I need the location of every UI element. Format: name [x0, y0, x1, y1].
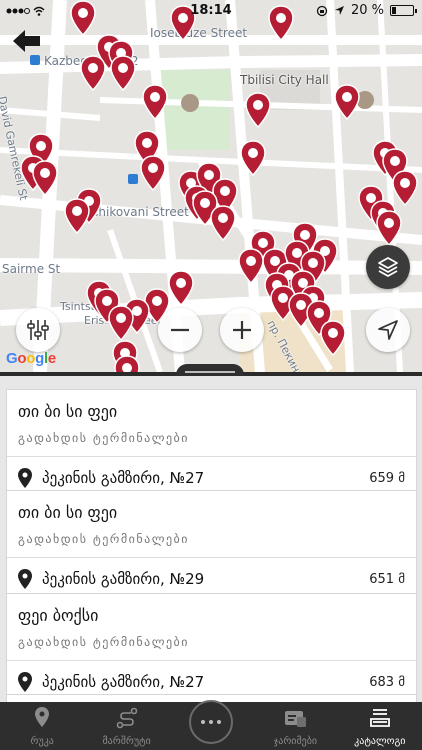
zoom-out-button[interactable] — [158, 308, 202, 352]
map-marker-icon[interactable] — [240, 140, 266, 176]
location-pin-icon — [18, 569, 32, 589]
poi-label: Tbilisi City Hall — [240, 73, 329, 87]
divider — [7, 456, 416, 457]
address-row: პეკინის გამზირი, №27 659 მ — [18, 466, 405, 490]
back-arrow-icon — [13, 30, 40, 52]
item-distance: 651 მ — [369, 571, 405, 587]
sliders-icon — [27, 320, 49, 340]
layers-button[interactable] — [366, 245, 410, 289]
tab-map[interactable]: რუკა — [0, 702, 84, 750]
location-pin-icon — [18, 468, 32, 488]
item-title: ფეი ბოქსი — [18, 606, 99, 625]
battery-icon — [390, 5, 417, 16]
item-address: პეკინის გამზირი, №29 — [42, 570, 205, 588]
list-item[interactable]: თი ბი სი ფეი გადახდის ტერმინალები პეკინი… — [6, 490, 417, 596]
tab-label: მარშრუტი — [102, 736, 151, 747]
tab-label: რუკა — [30, 736, 54, 747]
item-distance: 683 მ — [369, 674, 405, 690]
street-label: Sairme St — [2, 262, 61, 276]
zoom-in-button[interactable] — [220, 308, 264, 352]
map-marker-icon[interactable] — [64, 198, 90, 234]
results-list[interactable]: თი ბი სი ფეი გადახდის ტერმინალები პეკინი… — [0, 376, 422, 702]
address-row: პეკინის გამზირი, №27 683 მ — [18, 670, 405, 694]
map-marker-icon[interactable] — [238, 248, 264, 284]
layers-icon — [378, 257, 398, 277]
item-distance: 659 მ — [369, 470, 405, 486]
map-pin-icon — [35, 707, 50, 727]
tab-label: ჯარიმები — [273, 736, 318, 747]
tab-bar: რუკა მარშრუტი ჯარიმები კატალოგი — [0, 700, 422, 750]
list-item[interactable]: თი ბი სი ფეი გადახდის ტერმინალები პეკინი… — [6, 389, 417, 495]
google-logo: Google — [6, 350, 56, 367]
map-marker-icon[interactable] — [80, 55, 106, 91]
more-dots-icon — [201, 720, 222, 724]
item-title: თი ბი სი ფეი — [18, 503, 118, 522]
battery-percent: 20 % — [350, 3, 384, 18]
fines-icon — [285, 711, 307, 727]
map-marker-icon[interactable] — [210, 205, 236, 241]
item-category: გადახდის ტერმინალები — [18, 635, 189, 649]
app-screen: Iosebidze Street Tbilisi City Hall Kazbe… — [0, 0, 422, 750]
status-right: 20 % — [316, 3, 417, 18]
location-pin-icon — [18, 672, 32, 692]
plus-icon — [233, 321, 251, 339]
item-category: გადახდის ტერმინალები — [18, 532, 189, 546]
address-row: პეკინის გამზირი, №29 651 მ — [18, 567, 405, 591]
item-address: პეკინის გამზირი, №27 — [42, 673, 205, 691]
tab-label: კატალოგი — [354, 736, 406, 747]
list-item[interactable]: ფეი ბოქსი გადახდის ტერმინალები პეკინის გ… — [6, 593, 417, 699]
street-label: Iosebidze Street — [150, 26, 248, 40]
divider — [7, 557, 416, 558]
more-button[interactable] — [189, 700, 234, 744]
map-marker-icon[interactable] — [376, 210, 402, 246]
map-marker-icon[interactable] — [114, 355, 140, 372]
minus-icon — [171, 328, 189, 332]
route-icon — [116, 707, 137, 729]
navigation-arrow-icon — [378, 320, 398, 340]
item-address: პეკინის გამზირი, №27 — [42, 469, 205, 487]
tab-catalog[interactable]: კატალოგი — [338, 702, 422, 750]
map-marker-icon[interactable] — [140, 155, 166, 191]
filter-button[interactable] — [16, 308, 60, 352]
my-location-button[interactable] — [366, 308, 410, 352]
rotation-lock-icon — [316, 5, 328, 16]
item-title: თი ბი სი ფეი — [18, 402, 118, 421]
map-marker-icon[interactable] — [168, 270, 194, 306]
map-marker-icon[interactable] — [108, 305, 134, 341]
tab-route[interactable]: მარშრუტი — [84, 702, 168, 750]
map-marker-icon[interactable] — [334, 84, 360, 120]
location-arrow-icon — [334, 6, 344, 15]
tab-more[interactable] — [169, 700, 253, 750]
tab-fines[interactable]: ჯარიმები — [253, 702, 337, 750]
map-marker-icon[interactable] — [110, 55, 136, 91]
back-button[interactable] — [10, 26, 44, 56]
item-category: გადახდის ტერმინალები — [18, 431, 189, 445]
map-marker-icon[interactable] — [320, 320, 346, 356]
map-marker-icon[interactable] — [32, 160, 58, 196]
map-marker-icon[interactable] — [142, 84, 168, 120]
map-view[interactable]: Iosebidze Street Tbilisi City Hall Kazbe… — [0, 0, 422, 372]
catalog-icon — [369, 709, 390, 727]
status-bar: 18:14 20 % — [0, 0, 422, 22]
divider — [7, 660, 416, 661]
map-marker-icon[interactable] — [245, 92, 271, 128]
